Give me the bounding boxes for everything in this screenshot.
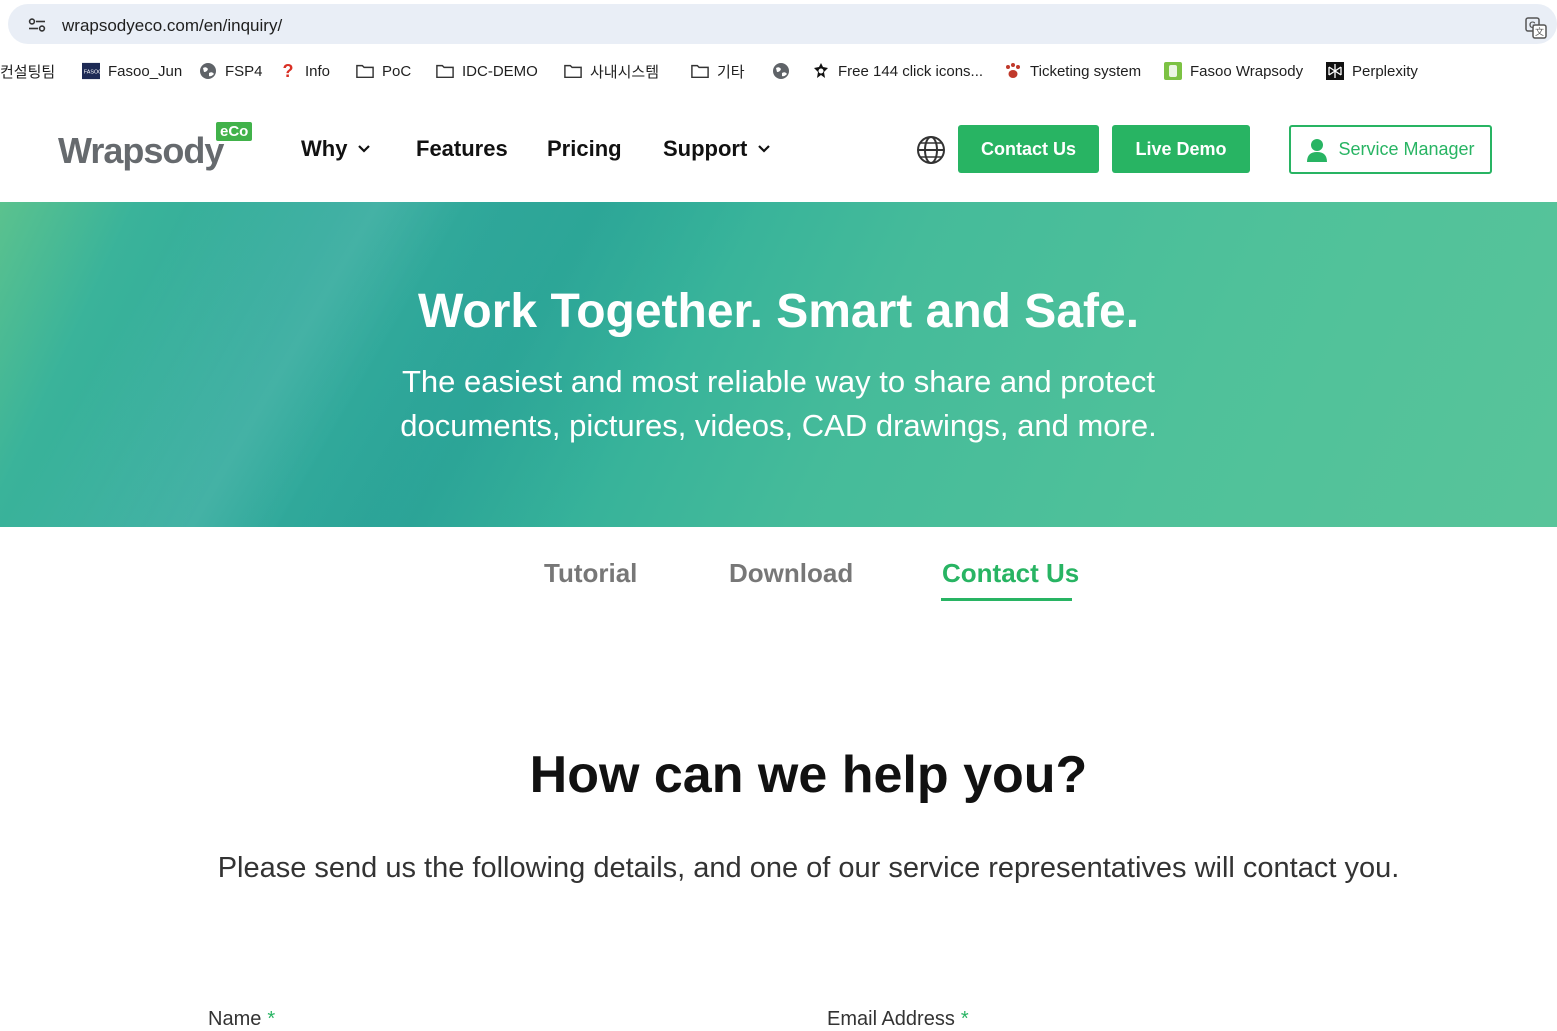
fasoo-logo-icon: FASOO [82,62,100,80]
logo-badge: eCo [216,122,253,141]
nav-features-label: Features [416,136,508,161]
chevron-down-icon [758,145,771,153]
bookmark-fsp4[interactable]: FSP4 [199,60,263,82]
site-header: Wrapsody eCo Why Features Pricing Suppor… [0,92,1557,202]
service-manager-button-label: Service Manager [1338,139,1475,159]
bookmark-label: Info [305,62,331,80]
bookmark-label: Free 144 click icons... [838,62,984,80]
nav-pricing-label: Pricing [547,136,622,161]
hero-banner: Work Together. Smart and Safe. The easie… [0,202,1557,527]
translate-icon[interactable]: G 文 [1525,17,1547,39]
logo-text: Wrapsody [58,130,224,171]
bookmark-consulting[interactable]: 컨설팅팀 [0,60,55,82]
active-tab-indicator [941,598,1072,601]
omnibox[interactable]: wrapsodyeco.com/en/inquiry/ G 文 [8,4,1557,44]
bookmark-globe[interactable] [772,60,790,82]
bookmark-label: Ticketing system [1030,62,1142,80]
url-text[interactable]: wrapsodyeco.com/en/inquiry/ [62,16,282,36]
wrapsody-icon [1164,62,1182,80]
tab-download[interactable]: Download [729,558,853,589]
name-field-label: Name * [208,1008,275,1031]
bookmarks-bar: 컨설팅팀 FASOO Fasoo_Jun FSP4 ? Info PoC IDC… [0,48,1557,92]
hero-subtitle: The easiest and most reliable way to sha… [0,360,1557,448]
email-field-label: Email Address * [827,1008,969,1031]
hero-subtitle-line: documents, pictures, videos, CAD drawing… [400,408,1157,443]
bookmark-label: 컨설팅팀 [0,63,56,81]
folder-icon [436,62,454,80]
required-marker: * [267,1008,276,1030]
bookmark-label: PoC [382,62,412,80]
nav-pricing[interactable]: Pricing [547,136,622,162]
svg-text:文: 文 [1535,26,1544,38]
nav-support[interactable]: Support [663,136,771,162]
bookmark-label: 기타 [717,63,745,81]
bookmark-internal-systems[interactable]: 사내시스템 [564,60,659,82]
nav-features[interactable]: Features [416,136,508,162]
perplexity-icon [1326,62,1344,80]
bookmark-etc[interactable]: 기타 [691,60,745,82]
bookmark-label: FSP4 [225,62,263,80]
page-title: How can we help you? [529,746,1088,804]
nav-why-label: Why [301,136,348,161]
bookmark-label: Fasoo Wrapsody [1190,62,1304,80]
required-marker: * [960,1008,969,1030]
live-demo-button[interactable]: Live Demo [1112,125,1250,173]
site-info-icon[interactable] [28,18,46,32]
bookmark-idc-demo[interactable]: IDC-DEMO [436,60,538,82]
globe-icon [772,62,790,80]
folder-icon [356,62,374,80]
nav-why[interactable]: Why [301,136,371,162]
service-manager-button[interactable]: Service Manager [1289,125,1492,174]
tab-contact-us[interactable]: Contact Us [942,558,1079,589]
tab-tutorial[interactable]: Tutorial [544,558,637,589]
email-label-text: Email Address [827,1008,955,1030]
language-globe-icon[interactable] [915,134,947,166]
user-icon [1307,138,1328,162]
svg-text:FASOO: FASOO [84,70,100,76]
question-icon: ? [282,60,294,81]
paw-icon [1004,62,1022,80]
page-description: Please send us the following details, an… [217,852,1400,884]
folder-icon [691,62,709,80]
site-icon [812,62,830,80]
globe-icon [199,62,217,80]
folder-icon [564,62,582,80]
bookmark-label: 사내시스템 [590,63,660,81]
bookmark-free-icons[interactable]: Free 144 click icons... [812,60,983,82]
bookmark-label: IDC-DEMO [462,62,538,80]
bookmark-ticketing[interactable]: Ticketing system [1004,60,1141,82]
browser-address-bar: wrapsodyeco.com/en/inquiry/ G 文 [0,0,1557,48]
live-demo-button-label: Live Demo [1135,138,1227,159]
name-label-text: Name [208,1008,262,1030]
bookmark-poc[interactable]: PoC [356,60,411,82]
bookmark-fasoo-jun[interactable]: FASOO Fasoo_Jun [82,60,182,82]
bookmark-fasoo-wrapsody[interactable]: Fasoo Wrapsody [1164,60,1303,82]
nav-support-label: Support [663,136,748,161]
chevron-down-icon [358,145,371,153]
bookmark-label: Fasoo_Jun [108,62,183,80]
contact-us-button[interactable]: Contact Us [958,125,1099,173]
bookmark-label: Perplexity [1352,62,1418,80]
wrapsody-logo[interactable]: Wrapsody eCo [58,120,258,176]
bookmark-info[interactable]: ? Info [279,60,331,82]
hero-subtitle-line: The easiest and most reliable way to sha… [401,364,1156,399]
hero-title: Work Together. Smart and Safe. [417,285,1140,338]
bookmark-perplexity[interactable]: Perplexity [1326,60,1418,82]
contact-us-button-label: Contact Us [980,138,1076,159]
